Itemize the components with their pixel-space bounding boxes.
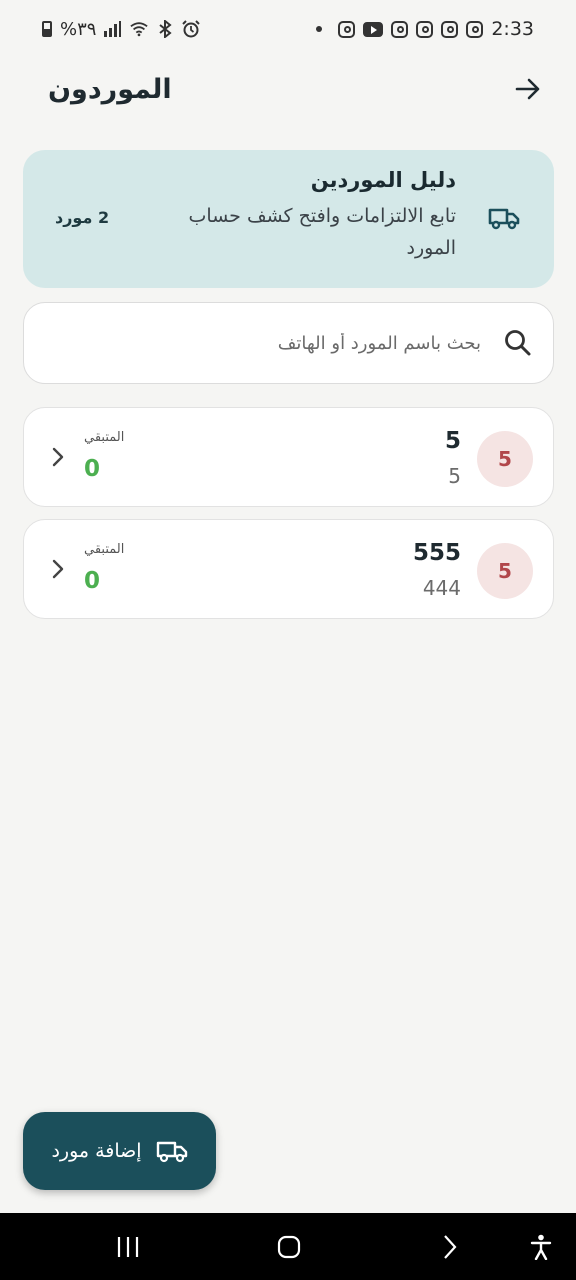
- wifi-icon: [130, 20, 149, 38]
- add-supplier-label: إضافة مورد: [51, 1140, 142, 1162]
- truck-icon: [488, 206, 520, 234]
- home-button[interactable]: [259, 1213, 319, 1280]
- remaining-label: المتبقي: [84, 542, 125, 557]
- clock: 2:33: [491, 18, 534, 40]
- search-input[interactable]: [44, 332, 481, 354]
- instagram-icon: [416, 20, 434, 38]
- info-description: تابع الالتزامات وافتح كشف حساب المورد: [188, 205, 456, 259]
- system-nav-bar: [0, 1213, 576, 1280]
- accessibility-button[interactable]: [516, 1213, 566, 1280]
- supplier-card[interactable]: 5 5 5 المتبقي 0: [23, 407, 554, 507]
- recent-apps-icon: [117, 1236, 139, 1257]
- supplier-card[interactable]: 5 555 444 المتبقي 0: [23, 519, 554, 619]
- accessibility-icon: [530, 1234, 552, 1260]
- back-icon: [444, 1234, 457, 1259]
- status-bar-left: %٣٩: [42, 18, 201, 40]
- truck-icon: [156, 1141, 187, 1163]
- chevron-right-icon: [52, 447, 64, 467]
- alarm-icon: [182, 20, 201, 38]
- info-title: دليل الموردين: [310, 168, 456, 192]
- suppliers-guide-card: دليل الموردين تابع الالتزامات وافتح كشف …: [23, 150, 554, 288]
- instagram-icon: [338, 20, 356, 38]
- instagram-icon: [466, 20, 484, 38]
- arrow-right-icon: [515, 78, 540, 100]
- supplier-badge: 5: [477, 431, 533, 487]
- signal-icon: [104, 20, 122, 38]
- supplier-badge: 5: [477, 543, 533, 599]
- app-header: الموردون: [0, 60, 576, 118]
- home-icon: [277, 1235, 301, 1258]
- back-button[interactable]: [508, 69, 548, 109]
- remaining-label: المتبقي: [84, 430, 125, 445]
- battery-percentage: %٣٩: [60, 18, 97, 40]
- remaining-value: 0: [84, 456, 101, 482]
- status-bar-right: 2:33: [316, 18, 534, 40]
- status-bar: %٣٩ 2:33: [0, 0, 576, 58]
- instagram-icon: [391, 20, 409, 38]
- dot-icon: [316, 26, 323, 32]
- search-icon: [505, 330, 531, 356]
- supplier-name: 555: [412, 540, 461, 566]
- supplier-phone: 5: [448, 464, 461, 488]
- supplier-count: 2 مورد: [55, 208, 110, 227]
- back-nav-button[interactable]: [420, 1213, 480, 1280]
- youtube-icon: [363, 21, 384, 37]
- recent-apps-button[interactable]: [98, 1213, 158, 1280]
- chevron-right-icon: [52, 559, 64, 579]
- battery-icon: [42, 21, 52, 37]
- add-supplier-button[interactable]: إضافة مورد: [23, 1112, 216, 1190]
- bluetooth-icon: [156, 20, 174, 38]
- remaining-value: 0: [84, 568, 101, 594]
- instagram-icon: [441, 20, 459, 38]
- supplier-name: 5: [444, 428, 461, 454]
- page-title: الموردون: [48, 73, 172, 105]
- supplier-phone: 444: [422, 576, 461, 600]
- info-text: دليل الموردين تابع الالتزامات وافتح كشف …: [156, 168, 456, 264]
- search-box[interactable]: [23, 302, 554, 384]
